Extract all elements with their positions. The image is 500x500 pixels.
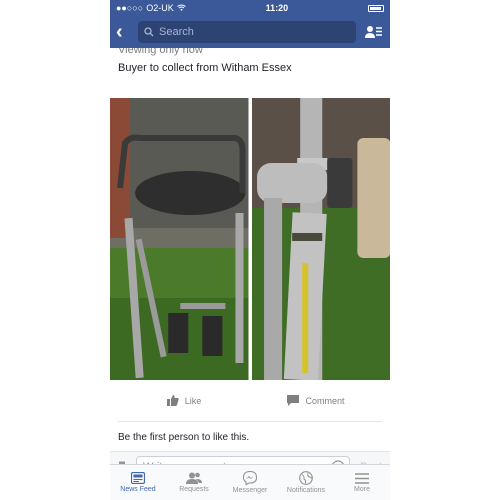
wifi-icon (176, 3, 186, 13)
post-content: Viewing only now Buyer to collect from W… (110, 48, 390, 482)
photo-exercise-machine-closeup[interactable] (251, 98, 390, 380)
search-input[interactable]: Search (138, 21, 356, 43)
back-chevron-icon[interactable]: ‹ (116, 22, 130, 42)
post-photos (110, 98, 390, 380)
post-text: Buyer to collect from Witham Essex (118, 62, 292, 74)
carrier-label: O2-UK (146, 3, 174, 13)
clock: 11:20 (265, 3, 289, 13)
status-bar: ●●○○○ O2-UK 11:20 (110, 0, 390, 16)
globe-icon (299, 471, 313, 485)
bottom-tab-bar: News Feed Requests Messenger Notificatio… (110, 464, 390, 500)
like-button[interactable]: Like (118, 395, 250, 406)
tab-label: Notifications (286, 487, 326, 494)
tab-messenger[interactable]: Messenger (222, 465, 278, 500)
friends-list-icon[interactable] (364, 25, 384, 39)
tab-notifications[interactable]: Notifications (278, 465, 334, 500)
search-placeholder: Search (159, 26, 194, 38)
tab-label: News Feed (120, 486, 156, 493)
photo-exercise-machine-front[interactable] (110, 98, 249, 380)
comment-label: Comment (305, 395, 345, 406)
tab-label: Messenger (232, 487, 268, 494)
search-icon (144, 27, 154, 37)
friend-requests-icon (186, 472, 202, 484)
status-left: ●●○○○ O2-UK (116, 3, 186, 13)
signal-icon: ●●○○○ (116, 3, 144, 13)
tab-more[interactable]: More (334, 465, 390, 500)
messenger-icon (243, 471, 257, 485)
thumbs-up-icon (166, 395, 179, 406)
navigation-bar: ‹ Search (110, 16, 390, 48)
menu-icon (355, 472, 369, 484)
tab-label: More (354, 485, 370, 493)
post-actions: Like Comment (118, 380, 382, 422)
battery-icon (367, 4, 384, 12)
comment-button[interactable]: Comment (250, 395, 382, 406)
facebook-app: ●●○○○ O2-UK 11:20 ‹ Search Viewing only … (110, 0, 390, 500)
tab-news-feed[interactable]: News Feed (110, 465, 166, 500)
post-text-cropped: Viewing only now (118, 48, 203, 56)
like-label: Like (184, 395, 202, 406)
likes-summary: Be the first person to like this. (110, 422, 390, 452)
tab-requests[interactable]: Requests (166, 465, 222, 500)
tab-label: Requests (179, 486, 209, 493)
news-feed-icon (131, 472, 145, 484)
comment-bubble-icon (287, 395, 300, 406)
